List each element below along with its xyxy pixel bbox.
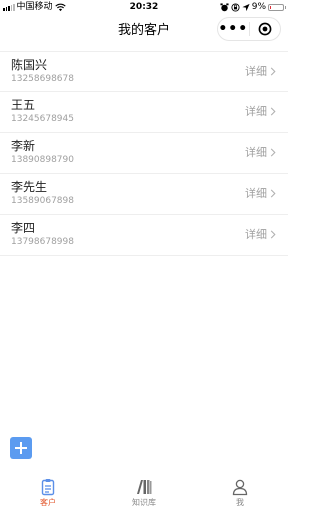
battery-percent: 9% [251,2,266,12]
customer-list: 陈国兴 13258698678 详细 王五 13245678945 详细 李新 … [0,51,288,256]
add-customer-button[interactable] [10,437,32,459]
chevron-right-icon [270,107,276,116]
detail-label: 详细 [245,187,267,200]
tab-label: 知识库 [132,498,156,507]
clipboard-icon [41,479,55,496]
battery-level [270,5,271,9]
customer-phone: 13589067898 [11,196,74,206]
tab-customers[interactable]: 客户 [0,470,96,512]
status-right: 9% [220,2,286,12]
tab-me[interactable]: 我 [192,470,288,512]
customer-row[interactable]: 李先生 13589067898 详细 [0,174,288,215]
customer-row[interactable]: 陈国兴 13258698678 详细 [0,51,288,92]
app-screen: 中国移动 20:32 9% 我的客户 ••• 陈国兴 13258698678 详… [0,0,288,512]
detail-label: 详细 [245,65,267,78]
plus-icon [15,442,27,454]
customer-row[interactable]: 李四 13798678998 详细 [0,215,288,256]
customer-row[interactable]: 李新 13890898790 详细 [0,133,288,174]
battery-icon [268,3,286,11]
customer-phone: 13258698678 [11,74,74,84]
detail-label: 详细 [245,105,267,118]
customer-phone: 13798678998 [11,237,74,247]
detail-link[interactable]: 详细 [245,105,276,118]
detail-label: 详细 [245,228,267,241]
customer-name: 陈国兴 [11,58,48,72]
customer-name: 李先生 [11,180,48,194]
chevron-right-icon [270,148,276,157]
detail-link[interactable]: 详细 [245,65,276,78]
chevron-right-icon [270,67,276,76]
customer-row[interactable]: 王五 13245678945 详细 [0,92,288,133]
detail-label: 详细 [245,146,267,159]
tab-bar: 客户 知识库 我 [0,470,288,512]
location-icon [242,3,250,11]
chevron-right-icon [270,189,276,198]
detail-link[interactable]: 详细 [245,228,276,241]
customer-name: 王五 [11,98,36,112]
menu-capsule: ••• [217,17,281,41]
tab-label: 我 [236,498,244,507]
detail-link[interactable]: 详细 [245,187,276,200]
nav-bar: 我的客户 ••• [0,14,288,48]
alarm-icon [220,2,229,11]
more-button[interactable]: ••• [218,22,249,36]
customer-name: 李新 [11,139,36,153]
close-button[interactable] [250,22,281,36]
customer-phone: 13245678945 [11,114,74,124]
person-icon [232,479,248,496]
customer-phone: 13890898790 [11,155,74,165]
tab-knowledge-base[interactable]: 知识库 [96,470,192,512]
status-bar: 中国移动 20:32 9% [0,0,288,14]
detail-link[interactable]: 详细 [245,146,276,159]
customer-name: 李四 [11,221,36,235]
chevron-right-icon [270,230,276,239]
books-icon [137,480,152,494]
lock-rotation-icon [231,2,240,12]
tab-label: 客户 [40,498,56,507]
target-close-icon [258,22,272,36]
